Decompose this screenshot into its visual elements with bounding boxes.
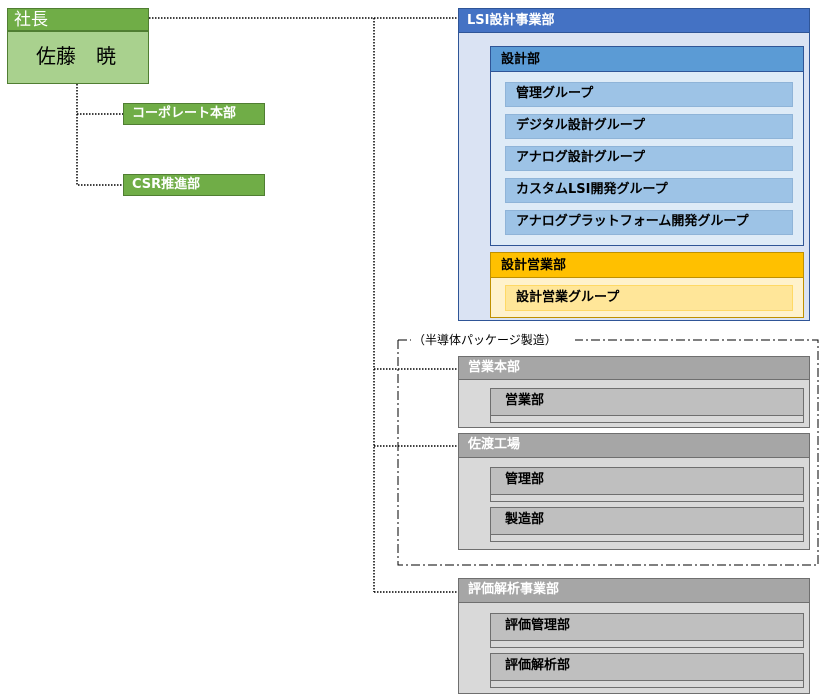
evaluation-mgmt-dept-label: 評価管理部 [505, 618, 571, 633]
sales-design-group-item: 設計営業グループ [505, 285, 793, 311]
design-group-item: アナログ設計グループ [505, 146, 793, 171]
corporate-hq-label: コーポレート本部 [132, 106, 237, 121]
design-dept-title: 設計部 [501, 52, 541, 67]
sado-factory-header: 佐渡工場 [458, 433, 810, 458]
sales-hq-title: 営業本部 [468, 360, 521, 375]
evaluation-mgmt-dept-strip [490, 640, 804, 648]
corporate-hq-box: コーポレート本部 [123, 103, 265, 125]
packaging-group-label: （半導体パッケージ製造） [411, 333, 559, 348]
sales-dept-label: 営業部 [505, 393, 545, 408]
evaluation-mgmt-dept-box: 評価管理部 [490, 613, 804, 641]
design-group-item: カスタムLSI開発グループ [505, 178, 793, 203]
sado-mfg-dept-box: 製造部 [490, 507, 804, 535]
lsi-division-title: LSI設計事業部 [467, 13, 555, 28]
evaluation-analysis-dept-label: 評価解析部 [505, 658, 571, 673]
sado-mgmt-dept-label: 管理部 [505, 472, 545, 487]
evaluation-analysis-dept-box: 評価解析部 [490, 653, 804, 681]
evaluation-analysis-dept-strip [490, 680, 804, 688]
president-title-box: 社長 [7, 8, 149, 31]
sado-mfg-dept-strip [490, 534, 804, 542]
sales-hq-header: 営業本部 [458, 356, 810, 380]
connector-president-csr [76, 114, 123, 186]
sales-design-group-label: 設計営業グループ [516, 290, 620, 305]
sales-dept-strip [490, 415, 804, 423]
president-name: 佐藤 暁 [36, 44, 116, 68]
design-group-label: デジタル設計グループ [516, 118, 645, 133]
evaluation-division-title: 評価解析事業部 [468, 582, 560, 597]
sales-design-dept-title: 設計営業部 [501, 258, 567, 273]
design-group-item: 管理グループ [505, 82, 793, 107]
sado-factory-title: 佐渡工場 [468, 437, 521, 452]
sales-design-dept-header: 設計営業部 [490, 252, 804, 278]
csr-dept-box: CSR推進部 [123, 174, 265, 196]
president-title: 社長 [14, 10, 48, 30]
sado-mgmt-dept-strip [490, 494, 804, 502]
design-group-label: カスタムLSI開発グループ [516, 182, 668, 197]
sado-mfg-dept-label: 製造部 [505, 512, 545, 527]
design-group-label: 管理グループ [516, 86, 594, 101]
design-group-item: デジタル設計グループ [505, 114, 793, 139]
connector-president-corporate [76, 84, 123, 115]
sado-mgmt-dept-box: 管理部 [490, 467, 804, 495]
csr-dept-label: CSR推進部 [132, 177, 201, 192]
design-group-label: アナログプラットフォーム開発グループ [516, 214, 749, 229]
design-dept-header: 設計部 [490, 46, 804, 72]
design-group-item: アナログプラットフォーム開発グループ [505, 210, 793, 235]
evaluation-division-header: 評価解析事業部 [458, 578, 810, 603]
lsi-division-header: LSI設計事業部 [458, 8, 810, 33]
president-name-box: 佐藤 暁 [7, 31, 149, 84]
sales-dept-box: 営業部 [490, 388, 804, 416]
design-group-label: アナログ設計グループ [516, 150, 645, 165]
